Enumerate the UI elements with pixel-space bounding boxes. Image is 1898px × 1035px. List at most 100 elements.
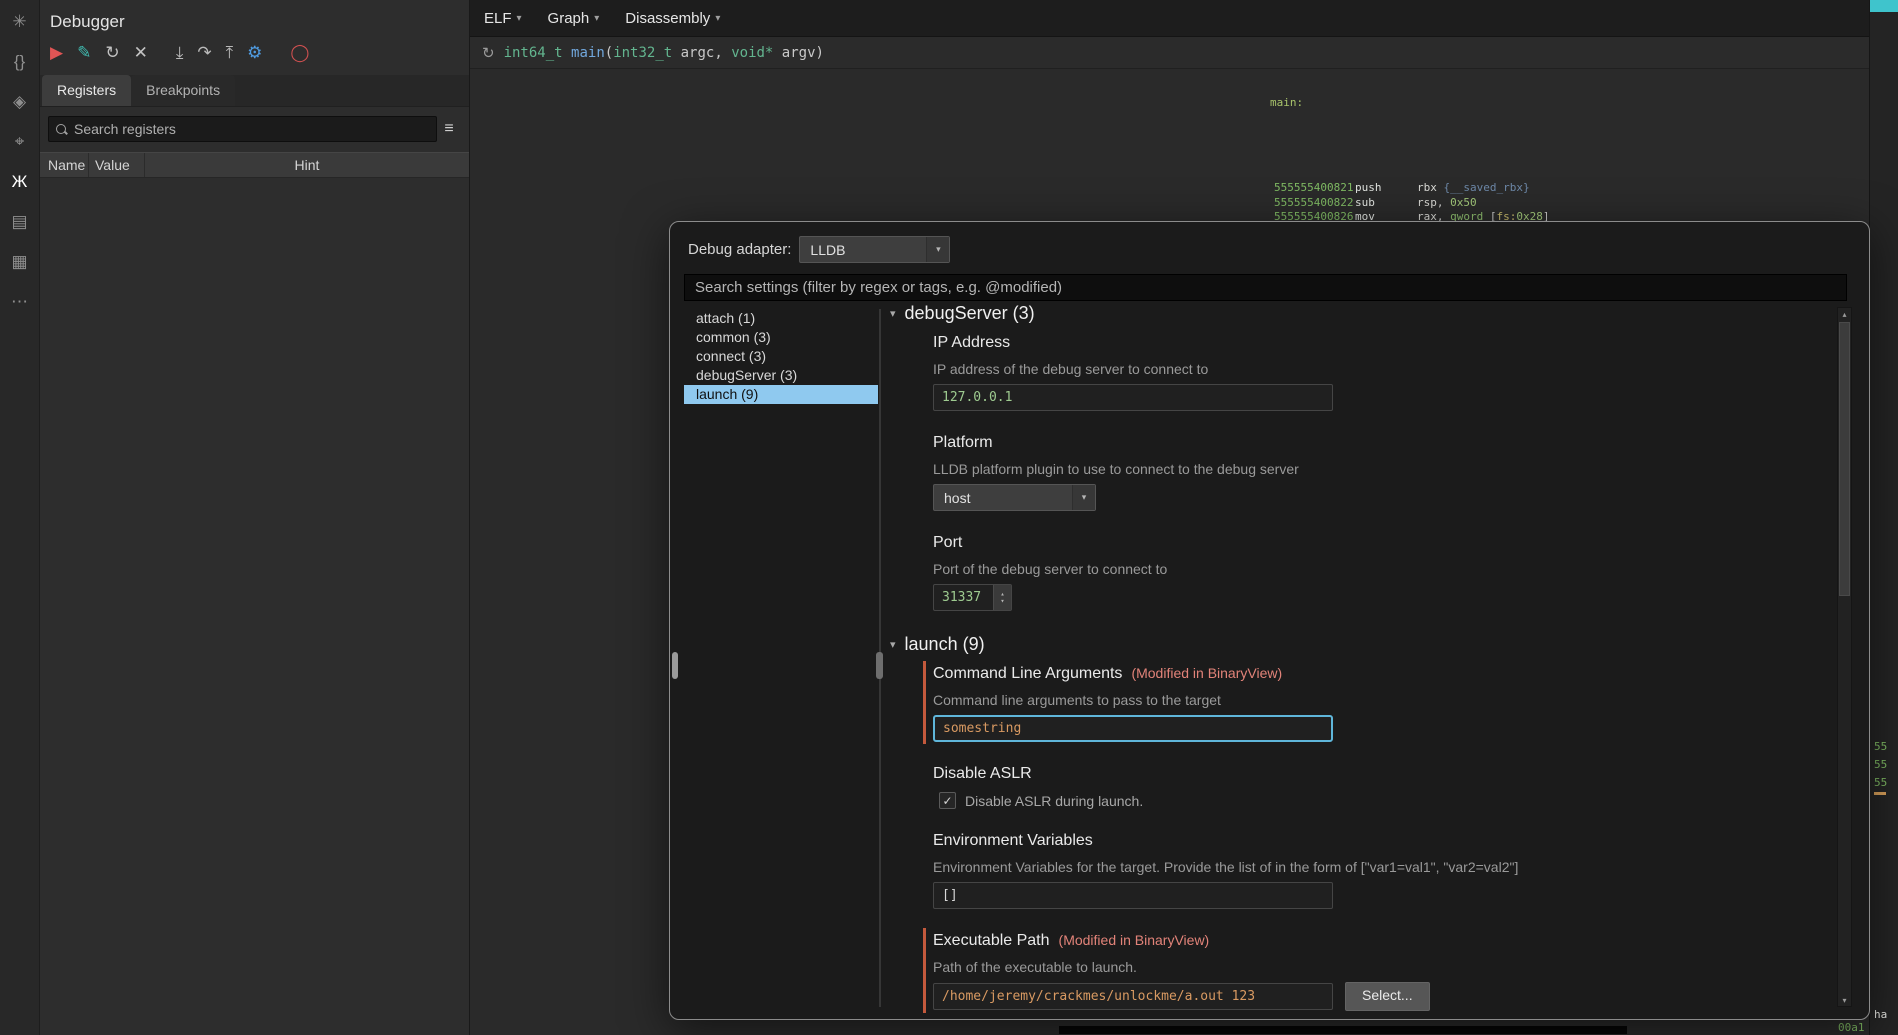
chevron-down-icon: ▾ <box>715 13 720 24</box>
step-return-icon[interactable]: ⤒ <box>226 44 234 63</box>
setting-description: Command line arguments to pass to the ta… <box>933 692 1813 708</box>
setting-text-input[interactable]: /home/jeremy/crackmes/unlockme/a.out 123… <box>933 983 1333 1010</box>
debugger-toolbar: ▶ ✎ ↻ ✕ ⤓ ↷ ⤒ ⚙ <box>40 36 469 70</box>
clipped-text: 00a1 <box>1838 1021 1865 1034</box>
register-table-header: NameValueHint <box>40 152 469 178</box>
setting-text-input[interactable]: somestring ▴▾ <box>933 715 1333 742</box>
menu-item[interactable]: Disassembly ▾ <box>625 10 720 27</box>
setting-name: Disable ASLR <box>933 765 1032 783</box>
setting-description: Path of the executable to launch. <box>933 959 1813 975</box>
menu-item[interactable]: Graph ▾ <box>548 10 600 27</box>
register-options-button[interactable]: ≡ <box>437 120 461 138</box>
checkbox[interactable]: ✓ <box>939 792 956 809</box>
feature-map-chip[interactable] <box>1870 0 1898 12</box>
category-item[interactable]: launch (9) <box>684 385 878 404</box>
binary-ninja-window: ✳{}◈⌖Ж▤▦⋯ Debugger ▶ ✎ ↻ ✕ ⤓ ↷ <box>0 0 1898 1035</box>
setting-dropdown[interactable]: host ▾ <box>933 484 1096 511</box>
clipped-text: 55 <box>1874 740 1887 753</box>
run-icon[interactable]: ▶ <box>50 44 63 63</box>
tab[interactable]: Registers <box>42 75 131 106</box>
restart-icon[interactable]: ↻ <box>105 44 119 63</box>
search-icon <box>56 124 67 135</box>
settings-row: ▾ Platform LLDB platform plugin to use t… <box>881 434 1813 511</box>
disasm-line[interactable]: 555555400822subrsp, 0x50 <box>1270 196 1616 210</box>
settings-row: ▾ Command Line Arguments (Modified in Bi… <box>881 665 1813 742</box>
section-header[interactable]: ▾ debugServer (3) <box>881 303 1813 324</box>
scroll-down-arrow[interactable]: ▾ <box>1838 994 1851 1006</box>
setting-name: Port <box>933 534 962 552</box>
adapter-row: Debug adapter: LLDB ▾ <box>688 236 950 263</box>
menu-item[interactable]: ELF ▾ <box>484 10 522 27</box>
stop-icon[interactable]: ◯ <box>290 44 309 63</box>
setting-name: Environment Variables <box>933 832 1093 850</box>
background-panel-edge <box>1059 1026 1627 1034</box>
components-icon[interactable]: ▤ <box>0 202 40 242</box>
modified-badge: (Modified in BinaryView) <box>1059 932 1210 948</box>
check-icon: ✓ <box>942 795 952 807</box>
disasm-label[interactable]: main: <box>1270 96 1616 110</box>
view-menu-bar: ELF ▾ Graph ▾ Disassembly ▾ <box>470 0 1898 37</box>
setting-description: Environment Variables for the target. Pr… <box>933 859 1813 875</box>
search-registers-input[interactable]: Search registers <box>48 116 437 142</box>
memory-map-icon[interactable]: ⌖ <box>0 122 40 162</box>
scrollbar-thumb[interactable] <box>1839 322 1850 596</box>
tags-icon[interactable]: ◈ <box>0 82 40 122</box>
column-header[interactable]: Value <box>88 153 144 177</box>
collapse-arrow-icon: ▾ <box>890 638 896 651</box>
settings-panel: ▾ debugServer (3) ✓ <box>881 303 1813 1020</box>
select-file-button[interactable]: Select... <box>1345 982 1430 1011</box>
clipped-highlight <box>1874 792 1886 795</box>
xrefs-icon[interactable]: ✳ <box>0 2 40 42</box>
category-item[interactable]: attach (1) <box>684 309 878 328</box>
debugger-settings-icon[interactable]: ⚙ <box>247 44 262 63</box>
category-item[interactable]: common (3) <box>684 328 878 347</box>
clipped-text: 55 <box>1874 776 1887 789</box>
section-header[interactable]: ▾ launch (9) <box>881 634 1813 655</box>
reanalyze-icon[interactable]: ↻ <box>482 44 495 62</box>
checkbox-label: Disable ASLR during launch. <box>965 793 1143 809</box>
function-signature-bar: ↻ int64_t main(int32_t argc, void* argv) <box>470 37 1898 69</box>
debugger-tab-bar: RegistersBreakpoints <box>40 75 469 107</box>
setting-text-input[interactable]: [] ▴▾ <box>933 882 1333 909</box>
settings-category-list: attach (1)common (3)connect (3)debugServ… <box>684 309 878 1005</box>
chevron-down-icon: ▾ <box>517 13 522 24</box>
settings-row: ▾ Environment Variables Environment Vari… <box>881 832 1813 909</box>
column-header[interactable]: Name <box>40 153 88 177</box>
setting-name: Platform <box>933 434 993 452</box>
scroll-up-arrow[interactable]: ▴ <box>1838 308 1851 320</box>
attach-icon[interactable]: ✎ <box>77 44 91 63</box>
chevron-down-icon: ▾ <box>926 237 949 262</box>
chevron-down-icon: ▾ <box>1072 485 1095 510</box>
stack-view-icon[interactable]: ▦ <box>0 242 40 282</box>
debugger-panel: Debugger ▶ ✎ ↻ ✕ ⤓ ↷ ⤒ <box>40 0 470 1035</box>
settings-search-input[interactable]: Search settings (filter by regex or tags… <box>684 274 1847 301</box>
feature-map-strip: 55 55 55 ha <box>1869 0 1898 1035</box>
number-stepper[interactable]: ▴▾ <box>993 585 1011 610</box>
debugger-icon[interactable]: Ж <box>0 162 40 202</box>
setting-description: Port of the debug server to connect to <box>933 561 1813 577</box>
adapter-dropdown[interactable]: LLDB ▾ <box>799 236 950 263</box>
setting-name: IP Address <box>933 334 1010 352</box>
search-placeholder: Search registers <box>74 121 176 137</box>
category-item[interactable]: connect (3) <box>684 347 878 366</box>
settings-scrollbar[interactable]: ▴ ▾ <box>1837 307 1852 1007</box>
step-over-icon[interactable]: ↷ <box>197 44 211 63</box>
disasm-line[interactable]: 555555400821pushrbx {__saved_rbx} <box>1270 181 1616 195</box>
settings-search-placeholder: Search settings (filter by regex or tags… <box>695 279 1062 296</box>
close-icon[interactable]: ✕ <box>134 44 148 63</box>
category-item[interactable]: debugServer (3) <box>684 366 878 385</box>
step-into-icon[interactable]: ⤓ <box>176 44 184 63</box>
setting-name: Command Line Arguments <box>933 665 1122 683</box>
splitter-handle[interactable] <box>672 652 678 679</box>
column-header[interactable]: Hint <box>144 153 469 177</box>
more-icon[interactable]: ⋯ <box>0 282 40 322</box>
tab[interactable]: Breakpoints <box>131 75 235 106</box>
clipped-text: 55 <box>1874 758 1887 771</box>
debug-adapter-settings-dialog: Debug adapter: LLDB ▾ Search settings (f… <box>669 221 1870 1020</box>
settings-row: ▾ IP Address IP address of the debug ser… <box>881 334 1813 411</box>
settings-row: ▾ Disable ASLR ✓ Disable ASLR during lau… <box>881 765 1813 809</box>
setting-text-input[interactable]: 127.0.0.1 ▴▾ <box>933 384 1333 411</box>
types-icon[interactable]: {} <box>0 42 40 82</box>
activity-bar: ✳{}◈⌖Ж▤▦⋯ <box>0 0 40 1035</box>
setting-text-input[interactable]: 31337 ▴▾ <box>933 584 1012 611</box>
